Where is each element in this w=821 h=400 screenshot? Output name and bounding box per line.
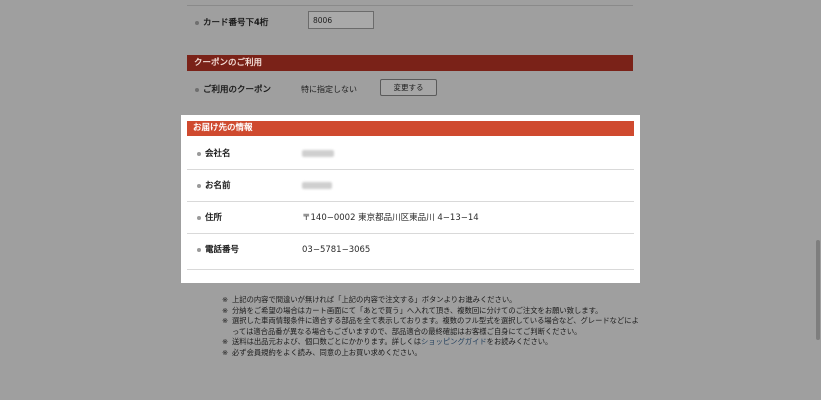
scrollbar-thumb[interactable] [816, 240, 820, 340]
bullet-icon [195, 87, 199, 92]
card-last4-input[interactable]: 8006 [308, 11, 374, 29]
phone-value: 03−5781−3065 [302, 245, 371, 255]
bullet-icon [197, 183, 201, 188]
bullet-icon [195, 20, 199, 25]
coupon-label: ご利用のクーポン [195, 83, 271, 95]
person-name-value [302, 170, 332, 202]
page-scrollbar[interactable] [815, 0, 821, 400]
shipping-row-address: 住所 〒140−0002 東京都品川区東品川 4−13−14 [187, 202, 634, 234]
shopping-guide-link[interactable]: ショッピングガイド [421, 337, 487, 346]
note-item: ※ 必ず会員規約をよく読み、同意の上お買い求めください。 [222, 347, 422, 357]
shipping-info-header: お届け先の情報 [187, 121, 634, 136]
note-item: ※ 送料は出品元および、個口数ごとにかかります。詳しくはショッピングガイドをお読み… [222, 337, 553, 346]
shipping-row-company: 会社名 [187, 138, 634, 170]
shipping-info-panel: お届け先の情報 会社名 お名前 住所 〒140−0002 東京都品川区東品川 4… [181, 115, 640, 283]
bullet-icon [197, 215, 201, 220]
shipping-row-phone: 電話番号 03−5781−3065 [187, 234, 634, 270]
change-coupon-button[interactable]: 変更する [380, 79, 437, 96]
notes-list: ※ 上記の内容で間違いが無ければ「上記の内容で注文する」ボタンよりお進みください。… [222, 295, 642, 358]
bullet-icon [197, 151, 201, 156]
redacted-text [302, 150, 334, 157]
bullet-icon [197, 247, 201, 252]
note-item: ※ 上記の内容で間違いが無ければ「上記の内容で注文する」ボタンよりお進みください。 [222, 295, 517, 304]
shipping-row-name: お名前 [187, 170, 634, 202]
note-item: ※ 選択した車両情報条件に適合する部品を全て表示しております。複数のフル型式を選択… [222, 316, 639, 336]
address-value: 〒140−0002 東京都品川区東品川 4−13−14 [302, 213, 479, 223]
redacted-text [302, 182, 332, 189]
company-name-value [302, 138, 334, 170]
top-divider [187, 5, 633, 6]
note-item: ※ 分納をご希望の場合はカート画面にて「あとで買う」へ入れて頂き、複数回に分けての… [222, 305, 603, 315]
coupon-value: 特に指定しない [301, 85, 357, 94]
coupon-section-header: クーポンのご利用 [187, 55, 633, 71]
card-last4-label: カード番号下4桁 [195, 16, 268, 28]
